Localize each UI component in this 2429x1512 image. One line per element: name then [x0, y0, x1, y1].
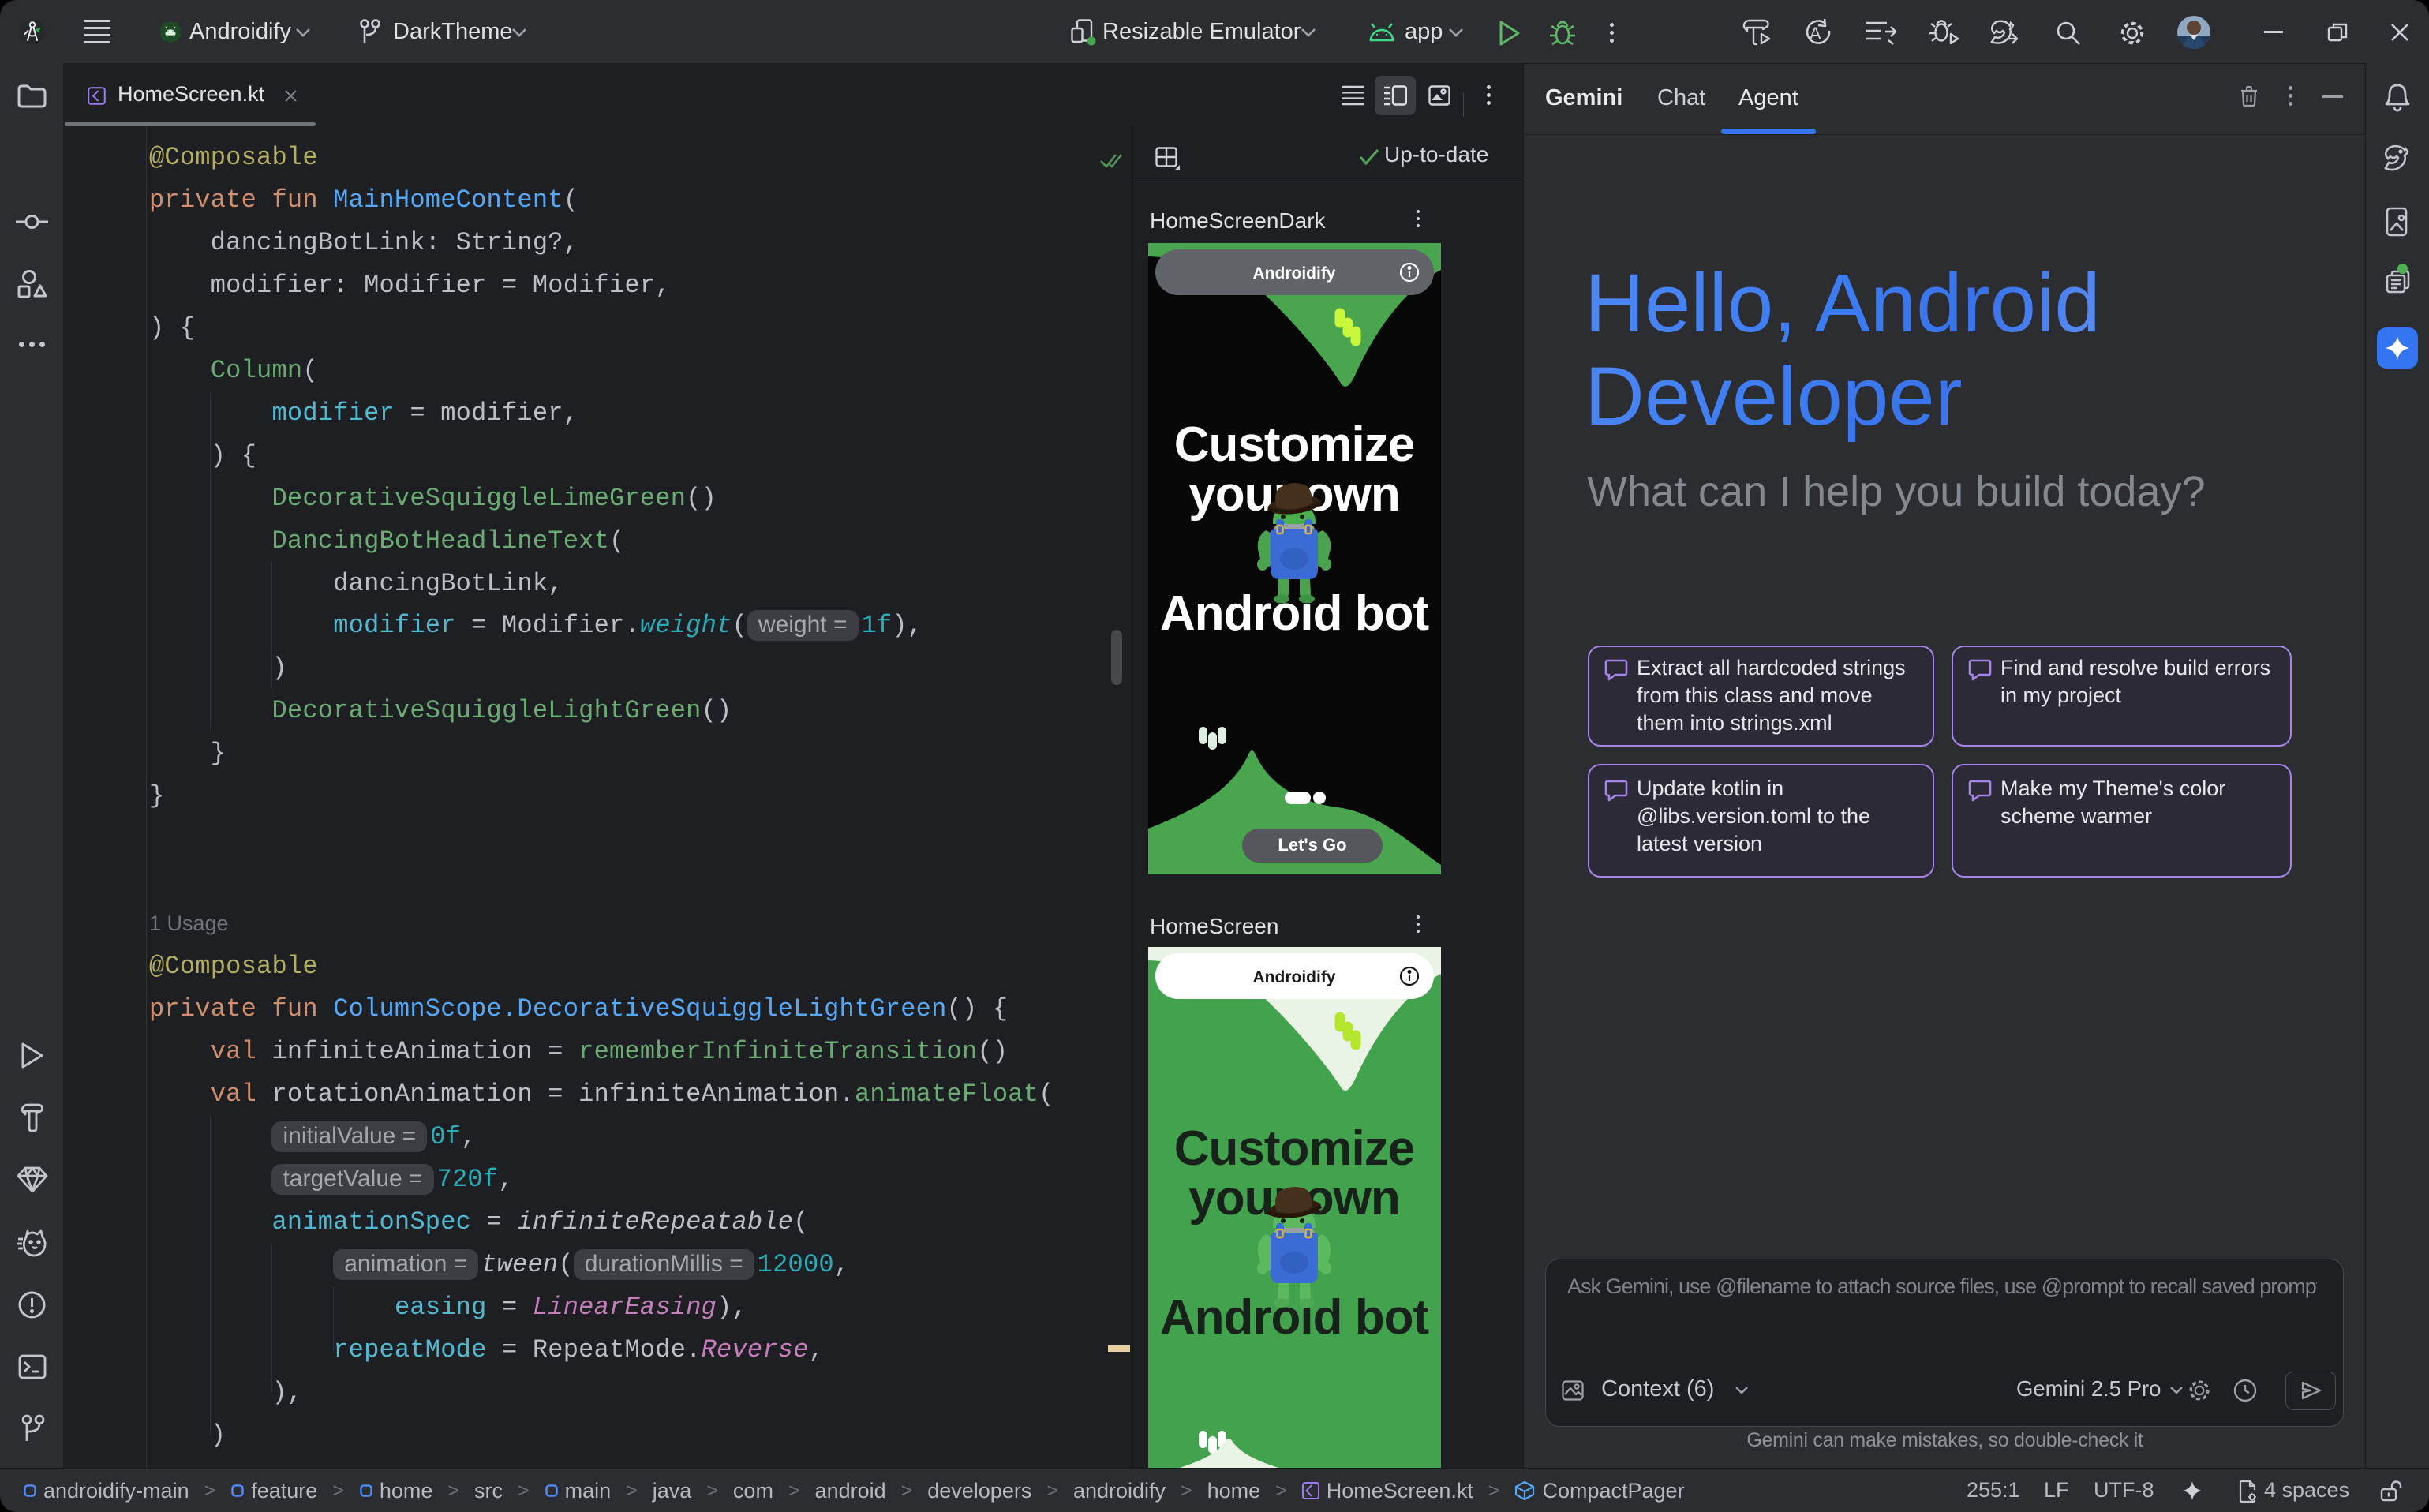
svg-text:A: A — [1810, 24, 1821, 43]
svg-text:Customize: Customize — [1174, 417, 1414, 472]
svg-text:Let's Go: Let's Go — [1278, 835, 1346, 855]
svg-text:Android bot: Android bot — [1160, 1290, 1429, 1345]
svg-text:Customize: Customize — [1174, 1121, 1414, 1176]
svg-text:Androidify: Androidify — [1253, 264, 1336, 283]
svg-text:Androidify: Androidify — [1253, 968, 1336, 986]
svg-text:Android bot: Android bot — [1160, 586, 1429, 641]
